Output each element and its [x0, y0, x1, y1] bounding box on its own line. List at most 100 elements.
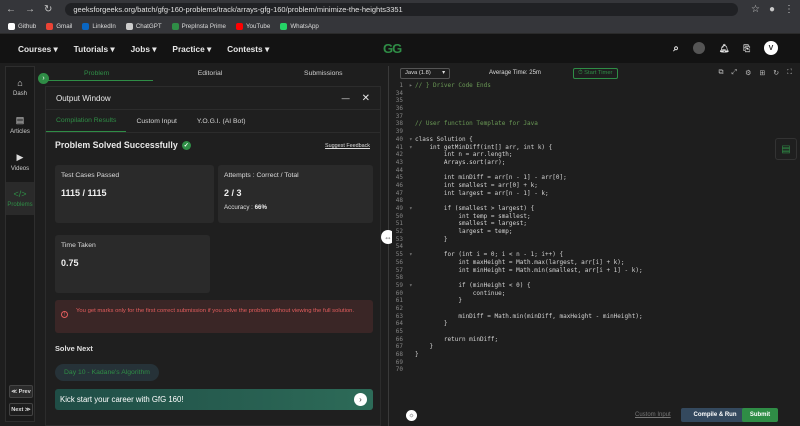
fold-marker[interactable] [409, 243, 415, 251]
line-number: 48 [395, 197, 403, 205]
address-bar[interactable]: geeksforgeeks.org/batch/gfg-160-problems… [65, 3, 738, 16]
next-button[interactable]: Next ≫ [9, 403, 33, 416]
sidebar-item-label: Videos [10, 165, 30, 172]
menu-icon[interactable]: ⋮ [784, 4, 794, 15]
attempts-label: Attempts : Correct / Total [224, 172, 299, 179]
line-number: 56 [395, 258, 403, 266]
bookmark-icon [46, 22, 54, 30]
fold-marker[interactable] [409, 366, 415, 374]
code-text: } [415, 343, 434, 351]
minimize-icon[interactable]: — [342, 94, 350, 103]
test-cases-value: 1115 / 1115 [61, 188, 107, 198]
copy-icon[interactable]: ⧉ [718, 69, 723, 77]
reload-icon[interactable]: ↻ [44, 4, 52, 15]
tab-problem[interactable]: Problem [40, 66, 154, 81]
tab-submissions[interactable]: Submissions [267, 66, 380, 81]
bell-icon[interactable]: 🔔︎ [719, 43, 730, 54]
fold-marker[interactable] [409, 359, 415, 367]
fold-marker[interactable] [409, 274, 415, 282]
main-menu: Courses ▾ Tutorials ▾ Jobs ▾ Practice ▾ Cont… [18, 44, 269, 54]
fold-marker[interactable] [409, 128, 415, 136]
nav-menu-item[interactable]: Contests ▾ [227, 44, 269, 54]
output-tab[interactable]: Custom Input [126, 110, 186, 132]
search-icon[interactable]: ⌕ [673, 43, 679, 54]
star-icon[interactable]: ☆ [751, 4, 760, 15]
submit-button[interactable]: Submit [742, 408, 778, 422]
code-line: 1 ▸// } Driver Code Ends [392, 82, 800, 90]
average-time: Average Time: 25m [489, 70, 541, 76]
nav-menu-item[interactable]: Courses ▾ [18, 44, 58, 54]
promo-banner[interactable]: Kick start your career with GfG 160! › [55, 389, 373, 410]
reset-icon[interactable]: ↻ [773, 69, 779, 77]
code-editor[interactable]: 1 ▸// } Driver Code Ends 34 35 36 37 38 // User… [392, 82, 800, 404]
fold-marker[interactable] [409, 167, 415, 175]
chat-icon[interactable]: ▤ [775, 138, 797, 160]
sidebar-item[interactable]: </> Problems [6, 182, 34, 215]
start-timer-button[interactable]: ⏱ Start Timer [573, 67, 618, 79]
bookmark-label: Github [18, 22, 37, 30]
prev-button[interactable]: ≪ Prev [9, 385, 33, 398]
sidebar-item[interactable]: ▤ Articles [6, 108, 34, 141]
nav-menu-item[interactable]: Jobs ▾ [131, 44, 157, 54]
sidebar-icon: ▶ [16, 151, 24, 162]
output-tab[interactable]: Compilation Results [46, 110, 127, 132]
bookmark-item[interactable]: ChatGPT [125, 22, 162, 30]
tab-editorial[interactable]: Editorial [153, 66, 266, 81]
bookmark-item[interactable]: LinkedIn [82, 22, 116, 30]
code-line: 37 [392, 113, 800, 121]
back-icon[interactable]: ← [6, 4, 16, 15]
line-number: 60 [395, 289, 403, 297]
bookmark-item[interactable]: PrepInsta Prime [171, 22, 226, 30]
editor-footer: ☼ Custom Input Compile & Run Submit [392, 404, 800, 426]
code-line: 40 ▾ class Solution { [392, 136, 800, 144]
compile-run-button[interactable]: Compile & Run [681, 408, 749, 422]
fold-marker[interactable] [409, 105, 415, 113]
attempts-card: Attempts : Correct / Total 2 / 3 Accurac… [218, 165, 373, 223]
fold-marker[interactable] [409, 197, 415, 205]
custom-input-link[interactable]: Custom Input [635, 412, 671, 418]
code-line: 41 ▾ int getMinDiff(int[] arr, int k) { [392, 144, 800, 152]
output-window: Output Window — ✕ Compilation Results Cust… [45, 86, 381, 426]
code-text: } [415, 320, 448, 328]
fullscreen-icon[interactable]: ⛶ [787, 69, 792, 77]
language-select[interactable]: Java (1.8) ▾ [400, 67, 450, 79]
lightbulb-icon[interactable]: ☼ [406, 409, 417, 421]
code-line: 61 } [392, 297, 800, 305]
close-icon[interactable]: ✕ [362, 93, 370, 104]
fold-marker[interactable] [409, 328, 415, 336]
output-tab[interactable]: Y.O.G.I. (AI Bot) [187, 110, 256, 132]
bookmarks-bar: Github Gmail LinkedIn ChatGPT PrepInsta Prim… [0, 19, 800, 34]
bookmark-label: ChatGPT [135, 22, 162, 30]
nav-menu-item[interactable]: Practice ▾ [172, 44, 211, 54]
fold-marker[interactable] [409, 113, 415, 121]
fold-marker[interactable] [409, 90, 415, 98]
avatar[interactable]: V [764, 41, 778, 55]
split-divider[interactable] [388, 66, 389, 426]
code-text: int largest = arr[n - 1] - k; [415, 189, 549, 197]
line-number: 41 [395, 143, 403, 151]
sidebar-item[interactable]: ⌂ Dash [6, 71, 34, 104]
arrow-right-icon[interactable]: › [354, 393, 367, 406]
sidebar-item[interactable]: ▶ Videos [6, 145, 34, 178]
bookmark-item[interactable]: YouTube [235, 22, 270, 30]
forward-icon[interactable]: → [25, 4, 35, 15]
bookmark-item[interactable]: Gmail [46, 22, 72, 30]
theme-icon[interactable] [692, 42, 705, 54]
gfg-logo[interactable]: GG [383, 41, 402, 56]
expand-editor-icon[interactable]: ⤢ [731, 69, 737, 77]
grid-icon[interactable]: ⊞ [759, 69, 765, 77]
suggest-feedback-link[interactable]: Suggest Feedback [325, 143, 370, 149]
translate-icon[interactable]: ⎘ [743, 43, 750, 54]
profile-icon[interactable]: ● [769, 4, 775, 15]
nav-menu-item[interactable]: Tutorials ▾ [74, 44, 115, 54]
fold-marker[interactable] [409, 305, 415, 313]
bookmark-item[interactable]: WhatsApp [280, 22, 319, 30]
next-problem-chip[interactable]: Day 10 - Kadane's Algorithm [55, 364, 159, 381]
code-line: 55 ▾ for (int i = 0; i < n - 1; i++) { [392, 251, 800, 259]
line-number: 62 [395, 304, 403, 312]
bookmark-item[interactable]: Github [8, 22, 37, 30]
settings-icon[interactable]: ⚙ [745, 69, 751, 77]
code-line: 59 ▾ if (minHeight < 0) { [392, 282, 800, 290]
fold-marker[interactable] [409, 97, 415, 105]
bookmark-icon [8, 22, 15, 30]
